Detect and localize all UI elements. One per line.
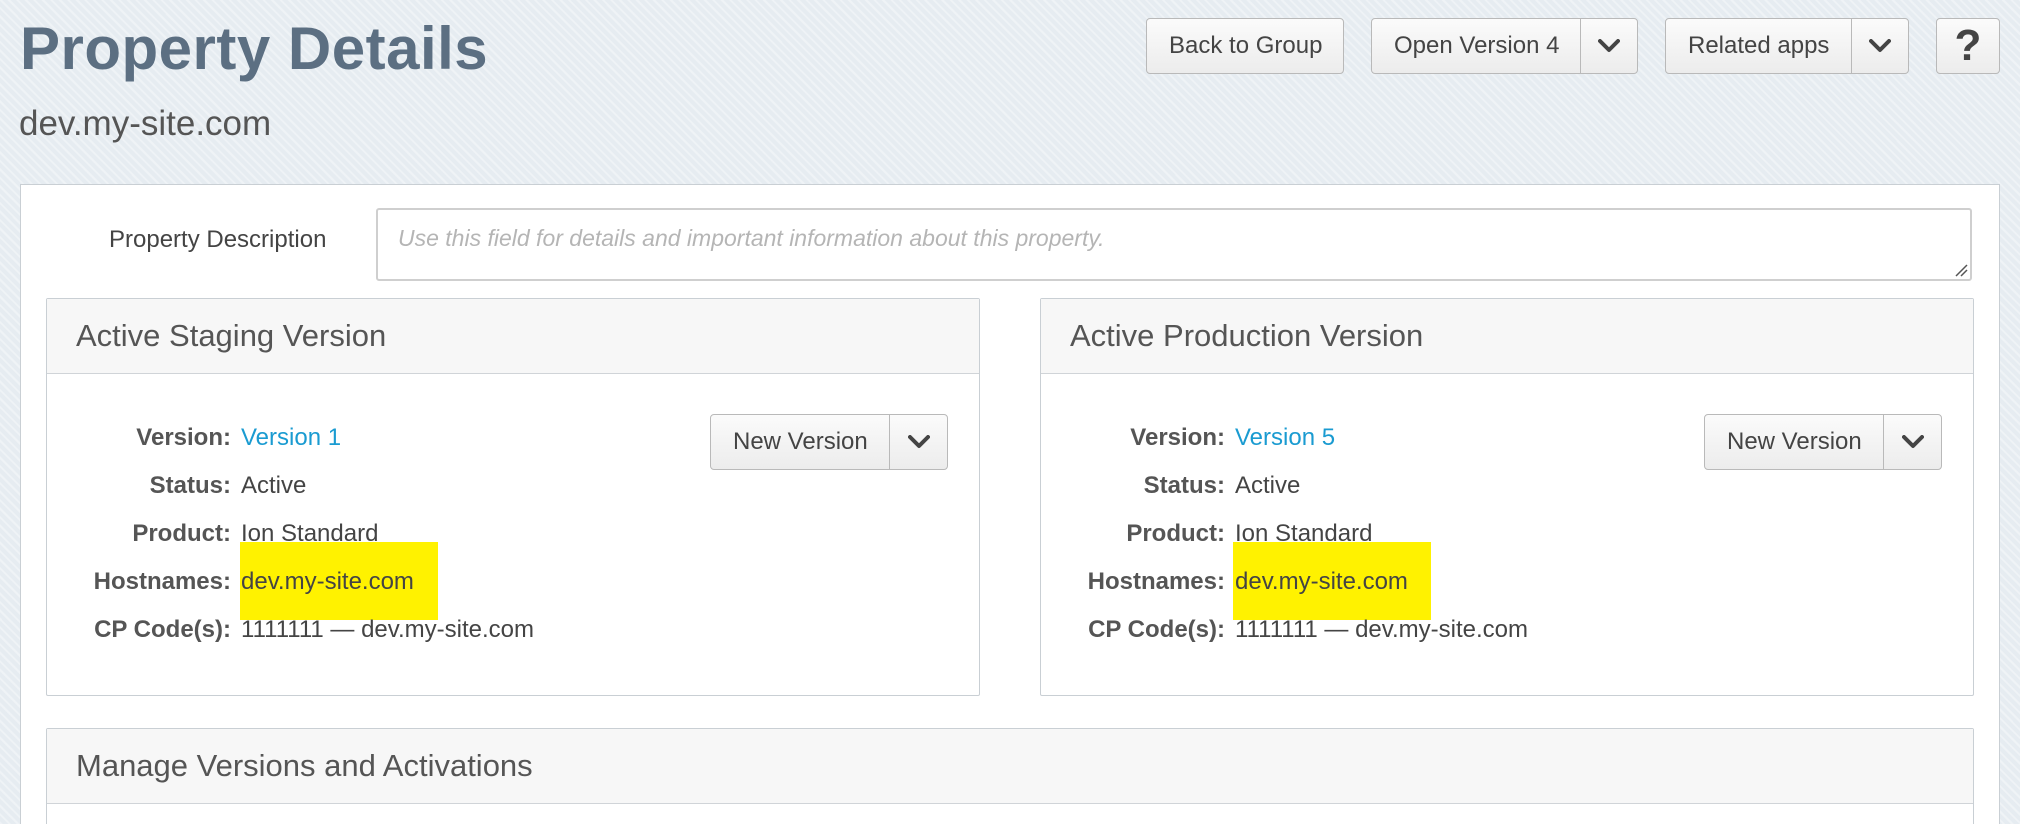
staging-cpcode-label: CP Code(s): [94, 616, 231, 643]
staging-new-version-button[interactable]: New Version [711, 428, 889, 456]
production-status-row: Status: Active [1053, 462, 1528, 510]
related-apps-dropdown-toggle[interactable] [1851, 19, 1908, 73]
manage-versions-title: Manage Versions and Activations [47, 729, 1973, 804]
staging-product-label: Product: [132, 520, 231, 547]
staging-new-version-group: New Version [710, 414, 948, 470]
back-to-group-button[interactable]: Back to Group [1146, 18, 1344, 74]
staging-status-label: Status: [149, 472, 231, 499]
staging-version-link[interactable]: Version 1 [241, 424, 341, 452]
staging-details: Version: Version 1 Status: Active Produc… [59, 414, 534, 654]
production-version-row: Version: Version 5 [1053, 414, 1528, 462]
production-cpcode-row: CP Code(s): 1111111 — dev.my-site.com [1053, 606, 1528, 654]
production-status-value: Active [1235, 472, 1301, 499]
chevron-down-icon [1869, 39, 1891, 52]
production-product-row: Product: Ion Standard [1053, 510, 1528, 558]
staging-version-row: Version: Version 1 [59, 414, 534, 462]
production-product-value: Ion Standard [1235, 520, 1373, 547]
production-version-label: Version: [1130, 424, 1225, 451]
staging-cpcode-row: CP Code(s): 1111111 — dev.my-site.com [59, 606, 534, 654]
production-new-version-group: New Version [1704, 414, 1942, 470]
staging-product-row: Product: Ion Standard [59, 510, 534, 558]
manage-versions-card: Manage Versions and Activations [46, 728, 1974, 824]
page-title: Property Details [20, 15, 489, 82]
page-subtitle: dev.my-site.com [19, 104, 272, 143]
staging-hostnames-value: dev.my-site.com [241, 568, 414, 595]
chevron-down-icon [1598, 39, 1620, 52]
chevron-down-icon [1901, 435, 1924, 448]
staging-cpcode-value: 1111111 — dev.my-site.com [241, 616, 535, 643]
production-hostnames-row: Hostnames: dev.my-site.com [1053, 558, 1528, 606]
production-new-version-button[interactable]: New Version [1705, 428, 1883, 456]
production-hostnames-value: dev.my-site.com [1235, 568, 1408, 595]
staging-status-value: Active [241, 472, 307, 499]
help-button[interactable]: ? [1936, 18, 2000, 74]
open-version-button-group: Open Version 4 [1371, 18, 1638, 74]
production-product-label: Product: [1126, 520, 1225, 547]
help-icon: ? [1954, 21, 1982, 70]
production-hostnames-label: Hostnames: [1087, 568, 1225, 595]
staging-hostnames-row: Hostnames: dev.my-site.com [59, 558, 534, 606]
production-status-label: Status: [1143, 472, 1225, 499]
chevron-down-icon [907, 435, 930, 448]
staging-version-label: Version: [136, 424, 231, 451]
property-description-label: Property Description [109, 226, 327, 253]
production-new-version-dropdown[interactable] [1883, 415, 1941, 469]
production-cpcode-label: CP Code(s): [1088, 616, 1225, 643]
related-apps-button-group: Related apps [1665, 18, 1909, 74]
production-version-link[interactable]: Version 5 [1235, 424, 1335, 452]
production-cpcode-value: 1111111 — dev.my-site.com [1235, 616, 1529, 643]
staging-new-version-dropdown[interactable] [889, 415, 947, 469]
staging-product-value: Ion Standard [241, 520, 379, 547]
open-version-button[interactable]: Open Version 4 [1372, 32, 1580, 60]
property-description-field[interactable] [376, 208, 1972, 281]
back-to-group-label: Back to Group [1169, 32, 1323, 59]
resize-grip-icon[interactable] [1954, 263, 1968, 277]
production-card-title: Active Production Version [1041, 299, 1973, 374]
staging-status-row: Status: Active [59, 462, 534, 510]
related-apps-button[interactable]: Related apps [1666, 32, 1851, 60]
production-details: Version: Version 5 Status: Active Produc… [1053, 414, 1528, 654]
open-version-dropdown-toggle[interactable] [1580, 19, 1637, 73]
staging-hostnames-label: Hostnames: [93, 568, 231, 595]
staging-card-title: Active Staging Version [47, 299, 979, 374]
